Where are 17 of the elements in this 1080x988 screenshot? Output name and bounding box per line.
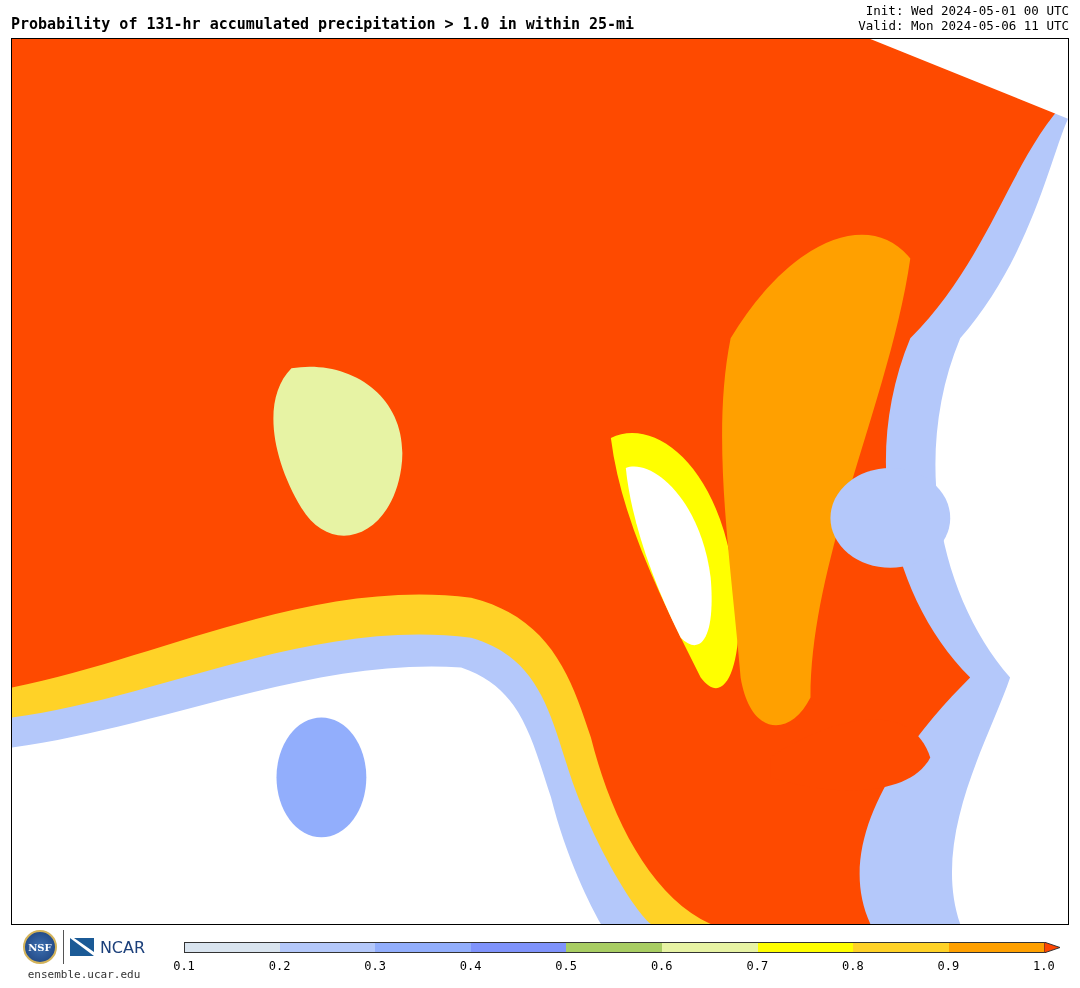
ncar-logo: NCAR <box>99 937 146 957</box>
chart-title: Probability of 131-hr accumulated precipitation > 1.0 in within 25-mi <box>11 15 635 33</box>
tick-label: 0.2 <box>267 959 292 973</box>
tick-label: 0.6 <box>649 959 674 973</box>
tick-label: 0.7 <box>745 959 770 973</box>
ncar-logo-icon <box>69 938 94 956</box>
tick-label: 0.9 <box>936 959 961 973</box>
tick-label: 0.1 <box>172 959 196 973</box>
tick-label: 0.3 <box>363 959 387 973</box>
init-time: Init: Wed 2024-05-01 00 UTC <box>865 3 1069 18</box>
website-url: ensemble.ucar.edu <box>27 968 141 981</box>
nsf-logo: NSF <box>22 930 57 964</box>
tick-label: 0.5 <box>554 959 579 973</box>
valid-time: Valid: Mon 2024-05-06 11 UTC <box>858 18 1069 33</box>
tick-label: 1.0 <box>1032 959 1056 973</box>
tick-label: 0.4 <box>458 959 483 973</box>
tick-label: 0.8 <box>841 959 865 973</box>
